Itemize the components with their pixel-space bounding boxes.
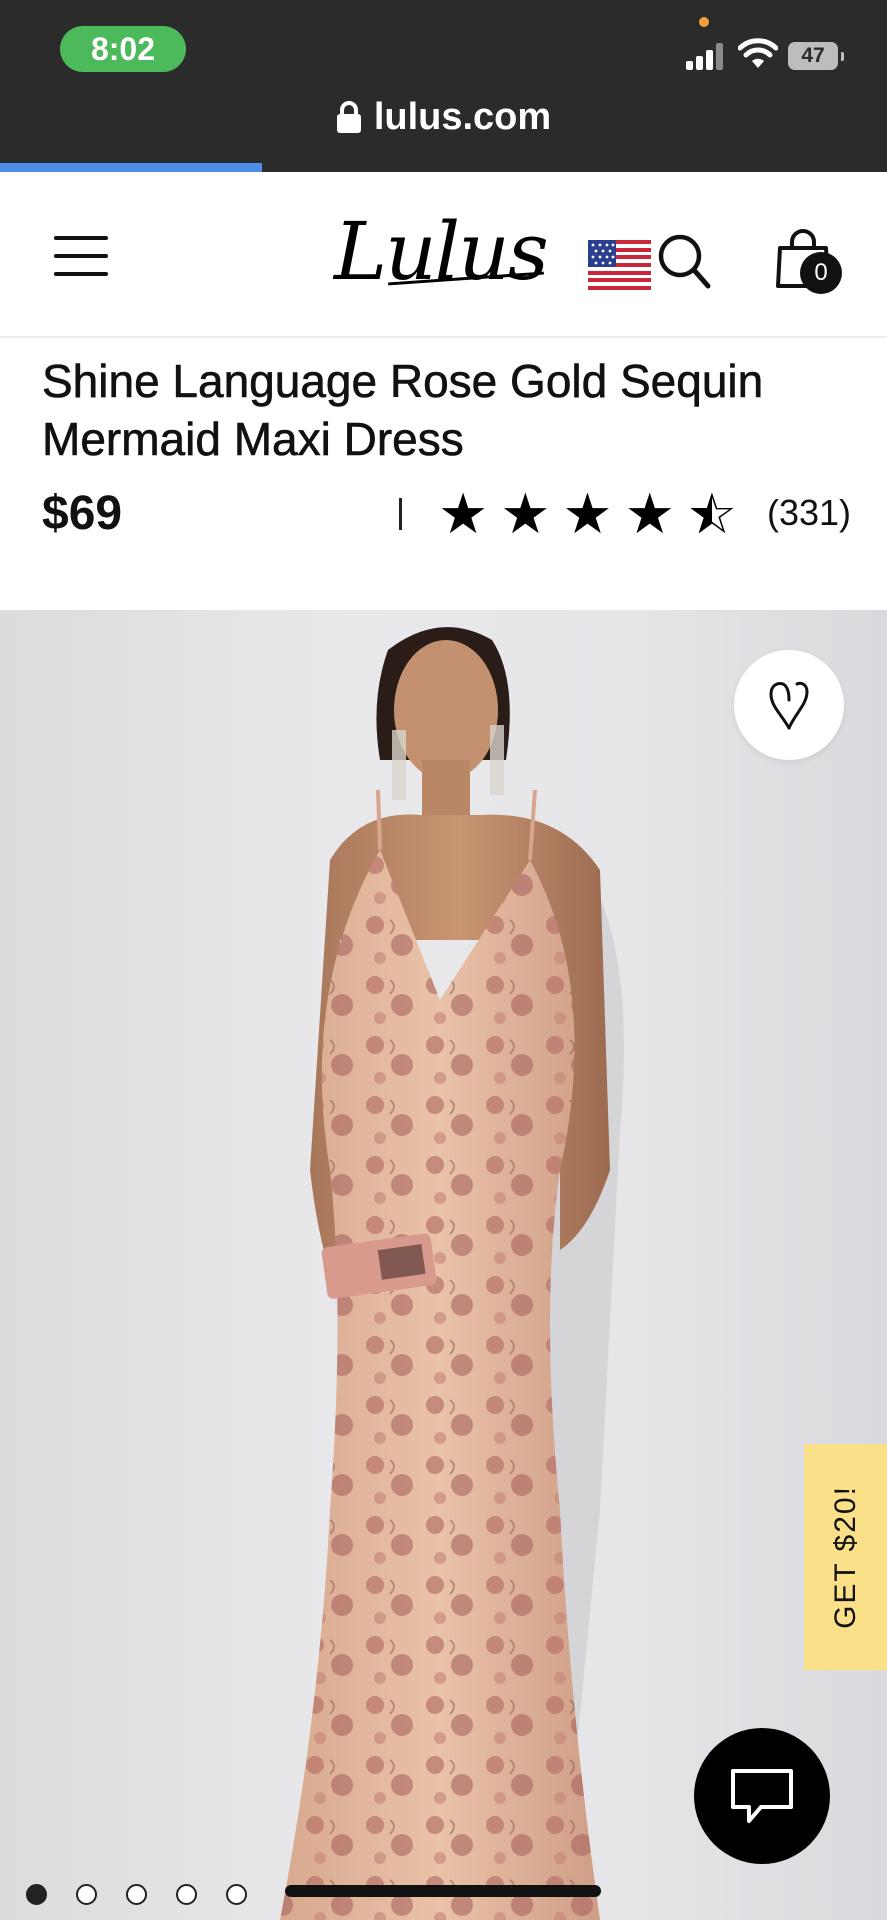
- product-photo: [280, 627, 624, 1920]
- search-icon[interactable]: [656, 232, 712, 292]
- us-flag-icon[interactable]: [588, 240, 651, 290]
- cellular-signal-icon: [686, 42, 726, 70]
- cart-count-badge: 0: [800, 252, 842, 294]
- carousel-dot[interactable]: [126, 1884, 147, 1905]
- product-image-carousel[interactable]: GET $20!: [0, 610, 887, 1920]
- promo-get-20-tab[interactable]: GET $20!: [804, 1444, 887, 1670]
- star-full-icon: ★: [438, 482, 489, 547]
- chat-button[interactable]: [694, 1728, 830, 1864]
- chat-bubble-icon: [731, 1769, 793, 1823]
- promo-label: GET $20!: [828, 1485, 862, 1629]
- site-header: Lulus 0: [0, 172, 887, 338]
- logo-text: Lulus: [334, 205, 549, 298]
- lulus-logo[interactable]: Lulus: [334, 202, 549, 302]
- wifi-icon: [738, 38, 778, 68]
- carousel-pagination: [26, 1884, 247, 1905]
- star-rating[interactable]: ★★★★☆☆★: [438, 484, 737, 546]
- review-count[interactable]: (331): [767, 492, 851, 534]
- carousel-dot[interactable]: [176, 1884, 197, 1905]
- star-full-icon: ★: [562, 482, 613, 547]
- star-full-icon: ★: [624, 482, 675, 547]
- lock-icon: [336, 101, 361, 133]
- star-half-icon: ☆☆★: [686, 482, 738, 547]
- url-text: lulus.com: [373, 95, 552, 138]
- product-title: Shine Language Rose Gold Sequin Mermaid …: [42, 355, 764, 466]
- status-time: 8:02: [60, 26, 186, 72]
- page-load-progress-fill: [0, 163, 262, 172]
- wishlist-button[interactable]: [734, 650, 844, 760]
- carousel-dot[interactable]: [76, 1884, 97, 1905]
- carousel-dot[interactable]: [226, 1884, 247, 1905]
- page-load-progress: [0, 163, 887, 172]
- hamburger-icon[interactable]: [54, 236, 108, 276]
- camera-indicator-dot: [699, 17, 709, 27]
- carousel-dot[interactable]: [26, 1884, 47, 1905]
- battery-level: 47: [801, 44, 825, 67]
- price-rating-divider: [399, 498, 402, 530]
- heart-icon: [769, 681, 809, 730]
- status-bar: 8:02 47 lulus.com: [0, 0, 887, 172]
- url-bar[interactable]: lulus.com: [0, 94, 887, 140]
- battery-icon: 47: [788, 42, 844, 70]
- product-price: $69: [42, 487, 123, 540]
- star-full-icon: ★: [500, 482, 551, 547]
- home-indicator[interactable]: [285, 1885, 601, 1897]
